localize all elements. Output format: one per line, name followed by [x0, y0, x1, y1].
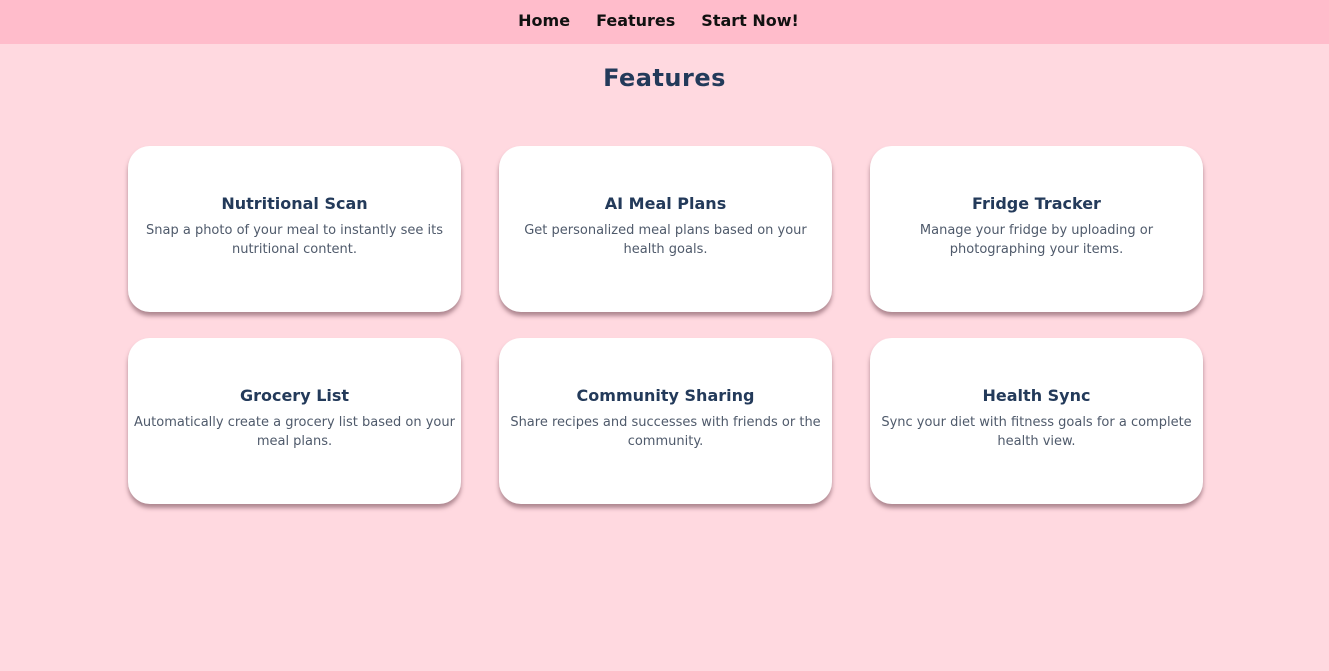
feature-card-description: Snap a photo of your meal to instantly s… [146, 222, 443, 257]
feature-card-description: Share recipes and successes with friends… [510, 414, 821, 449]
feature-card-title: Health Sync [982, 385, 1091, 405]
feature-card-health-sync: Health Sync Sync your diet with fitness … [870, 338, 1203, 504]
feature-card-ai-meal-plans: AI Meal Plans Get personalized meal plan… [499, 146, 832, 312]
features-grid: Nutritional Scan Snap a photo of your me… [128, 146, 1204, 504]
feature-card-grocery-list: Grocery List Automatically create a groc… [128, 338, 461, 504]
feature-card-description: Automatically create a grocery list base… [134, 414, 455, 449]
nav-link-home[interactable]: Home [518, 11, 570, 30]
feature-card-title: Grocery List [239, 385, 350, 405]
feature-card-title: Nutritional Scan [221, 193, 368, 213]
page-title: Features [603, 64, 726, 92]
feature-card-title: Community Sharing [576, 385, 755, 405]
nav-link-features[interactable]: Features [596, 11, 675, 30]
feature-card-title: Fridge Tracker [972, 193, 1101, 213]
feature-card-title: AI Meal Plans [604, 193, 727, 213]
feature-card-description: Sync your diet with fitness goals for a … [881, 414, 1192, 449]
nav-link-start-now[interactable]: Start Now! [701, 11, 799, 30]
top-navbar: Home Features Start Now! [0, 0, 1329, 44]
feature-card-description: Manage your fridge by uploading or photo… [919, 222, 1154, 257]
feature-card-nutritional-scan: Nutritional Scan Snap a photo of your me… [128, 146, 461, 312]
feature-card-fridge-tracker: Fridge Tracker Manage your fridge by upl… [870, 146, 1203, 312]
feature-card-community-sharing: Community Sharing Share recipes and succ… [499, 338, 832, 504]
feature-card-description: Get personalized meal plans based on you… [524, 222, 807, 257]
